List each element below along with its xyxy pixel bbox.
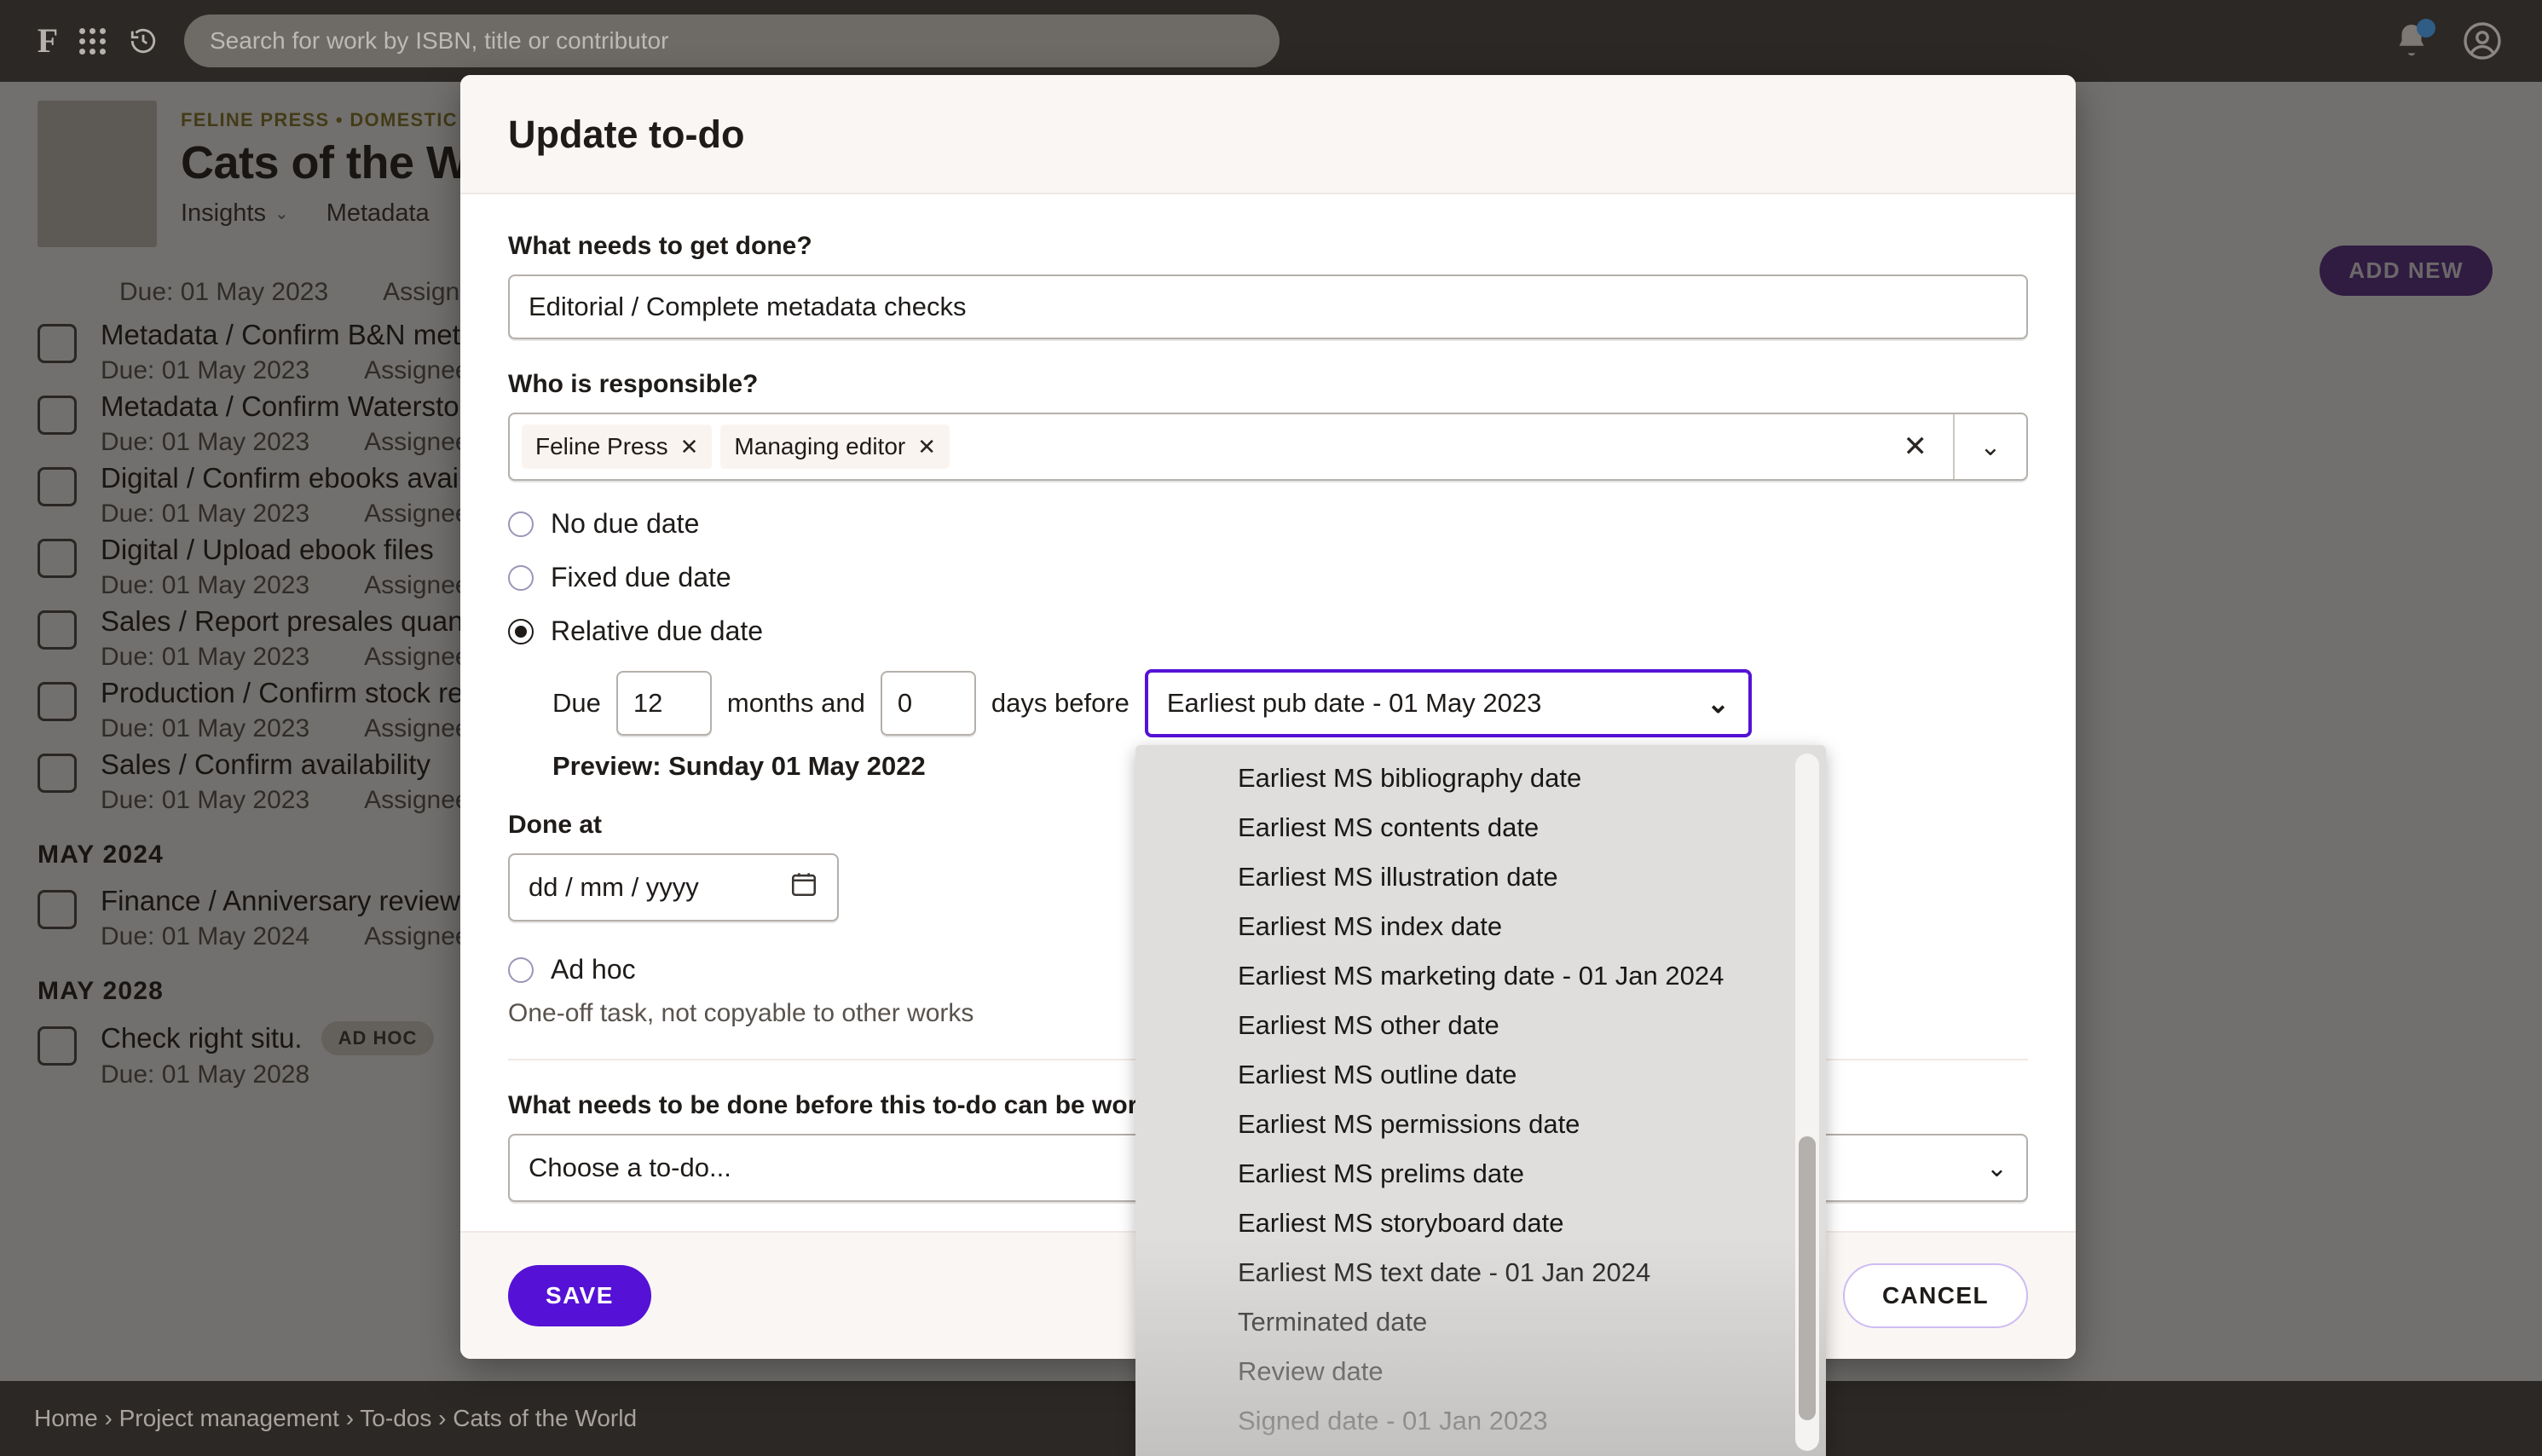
relative-due-row: Due 12 months and 0 days before Earliest…: [552, 669, 2028, 737]
radio-fixed-due-date-label: Fixed due date: [551, 562, 731, 592]
chip-remove-icon[interactable]: ✕: [917, 434, 936, 460]
app-root: FELINE PRESS • DOMESTIC Cats of the Worl…: [0, 0, 2542, 1456]
months-word-label: months and: [726, 688, 865, 718]
app-logo[interactable]: F: [29, 24, 66, 58]
radio-indicator: [508, 511, 534, 537]
months-value: 12: [633, 688, 663, 718]
responsible-chips: Feline Press ✕ Managing editor ✕: [510, 425, 1878, 469]
responsible-chip[interactable]: Managing editor ✕: [720, 425, 950, 469]
chevron-down-icon: ⌄: [1985, 1153, 2008, 1182]
days-input[interactable]: 0: [880, 671, 976, 736]
apps-grid-icon[interactable]: [66, 27, 118, 55]
chevron-down-icon[interactable]: ⌄: [1955, 432, 2026, 462]
dropdown-option[interactable]: Earliest MS storyboard date: [1135, 1199, 1826, 1248]
anchor-date-select[interactable]: Earliest pub date - 01 May 2023 ⌄: [1144, 669, 1752, 737]
dropdown-option[interactable]: Signed date - 01 Jan 2023: [1135, 1396, 1826, 1446]
notification-badge-dot: [2417, 19, 2435, 38]
radio-indicator: [508, 956, 534, 983]
dropdown-options: Earliest MS bibliography date Earliest MS…: [1135, 745, 1826, 1456]
global-topbar: F Search for work by ISBN, title or cont…: [0, 0, 2542, 82]
radio-indicator-selected: [508, 618, 534, 644]
modal-header: Update to-do: [460, 75, 2076, 194]
responsible-field-label: Who is responsible?: [508, 370, 759, 398]
radio-relative-due-date[interactable]: Relative due date: [508, 615, 2028, 647]
radio-no-due-date[interactable]: No due date: [508, 508, 2028, 540]
done-at-date-input[interactable]: dd / mm / yyyy: [508, 853, 839, 922]
adhoc-label: Ad hoc: [551, 954, 636, 985]
months-input[interactable]: 12: [615, 671, 712, 736]
chevron-down-icon: ⌄: [1707, 688, 1730, 719]
dropdown-option[interactable]: Earliest MS outline date: [1135, 1050, 1826, 1100]
adhoc-description: One-off task, not copyable to other work…: [508, 999, 974, 1027]
dropdown-option[interactable]: Earliest MS marketing date - 01 Jan 2024: [1135, 951, 1826, 1001]
anchor-date-dropdown-list[interactable]: Earliest MS bibliography date Earliest MS…: [1135, 745, 1826, 1456]
chip-label: Feline Press: [535, 433, 668, 459]
search-input[interactable]: Search for work by ISBN, title or contri…: [184, 14, 1280, 67]
dropdown-option[interactable]: Earliest MS text date - 01 Jan 2024: [1135, 1248, 1826, 1297]
days-value: 0: [897, 688, 913, 718]
dropdown-option[interactable]: Earliest MS contents date: [1135, 803, 1826, 852]
chip-label: Managing editor: [734, 433, 906, 459]
radio-no-due-date-label: No due date: [551, 508, 700, 539]
task-name-input[interactable]: Editorial / Complete metadata checks: [508, 274, 2028, 339]
dropdown-option[interactable]: Earliest MS illustration date: [1135, 852, 1826, 902]
radio-indicator: [508, 564, 534, 591]
anchor-date-value: Earliest pub date - 01 May 2023: [1166, 688, 1542, 718]
breadcrumb-text[interactable]: Home › Project management › To-dos › Cat…: [34, 1405, 637, 1432]
responsible-multiselect[interactable]: Feline Press ✕ Managing editor ✕ ✕ ⌄: [508, 413, 2028, 481]
notifications-bell-icon[interactable]: [2392, 19, 2435, 61]
dropdown-option[interactable]: Earliest MS permissions date: [1135, 1100, 1826, 1149]
save-button[interactable]: SAVE: [508, 1265, 651, 1326]
task-field-label: What needs to get done?: [508, 232, 812, 260]
dropdown-option[interactable]: Review date: [1135, 1347, 1826, 1396]
dropdown-scrollbar-thumb[interactable]: [1799, 1135, 1816, 1421]
dropdown-option[interactable]: Earliest MS bibliography date: [1135, 754, 1826, 803]
due-word-label: Due: [552, 688, 601, 718]
modal-title: Update to-do: [508, 113, 745, 156]
dropdown-option[interactable]: Earliest MS index date: [1135, 902, 1826, 951]
dropdown-option[interactable]: Earliest MS prelims date: [1135, 1149, 1826, 1199]
calendar-icon[interactable]: [789, 870, 818, 905]
clear-all-icon[interactable]: ✕: [1878, 430, 1954, 464]
dropdown-option[interactable]: Terminated date: [1135, 1297, 1826, 1347]
days-word-label: days before: [991, 688, 1129, 718]
history-clock-icon[interactable]: [118, 26, 169, 55]
radio-fixed-due-date[interactable]: Fixed due date: [508, 562, 2028, 593]
responsible-chip[interactable]: Feline Press ✕: [522, 425, 713, 469]
chip-remove-icon[interactable]: ✕: [680, 434, 699, 460]
due-date-mode-radiogroup: No due date Fixed due date Relative due …: [508, 508, 2028, 782]
task-name-value: Editorial / Complete metadata checks: [529, 292, 967, 321]
search-placeholder: Search for work by ISBN, title or contri…: [210, 27, 669, 54]
cancel-button[interactable]: CANCEL: [1842, 1263, 2028, 1328]
account-circle-icon[interactable]: [2462, 20, 2503, 61]
radio-relative-due-date-label: Relative due date: [551, 615, 764, 646]
dropdown-group-heading: Production: [1135, 1446, 1826, 1456]
done-at-placeholder: dd / mm / yyyy: [529, 872, 699, 902]
dependency-placeholder: Choose a to-do...: [529, 1153, 731, 1182]
dropdown-option[interactable]: Earliest MS other date: [1135, 1001, 1826, 1050]
